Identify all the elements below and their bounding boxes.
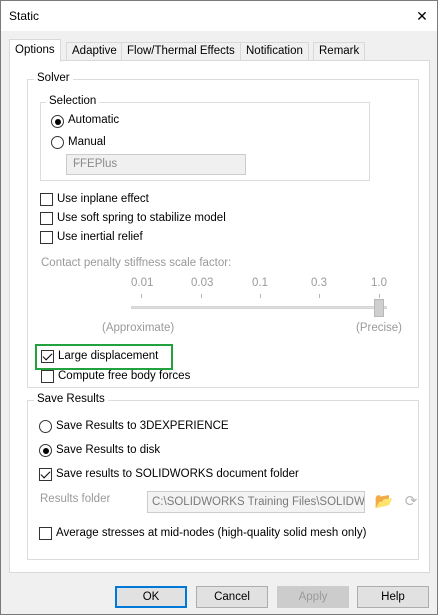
tab-options[interactable]: Options (9, 39, 61, 62)
tab-flow-thermal-effects[interactable]: Flow/Thermal Effects (121, 42, 241, 61)
cancel-button[interactable]: Cancel (196, 586, 268, 608)
average-stresses-label: Average stresses at mid-nodes (high-qual… (56, 527, 367, 539)
save-3dexperience-label: Save Results to 3DEXPERIENCE (56, 420, 229, 432)
inertial-relief-label: Use inertial relief (57, 231, 143, 243)
tick-label-10: 1.0 (371, 277, 387, 289)
tick-label-01: 0.1 (252, 277, 268, 289)
inplane-effect-label: Use inplane effect (57, 193, 149, 205)
save-document-folder-checkbox[interactable] (39, 468, 52, 481)
slider-tick (260, 294, 261, 298)
static-dialog: Static ✕ Options Adaptive Flow/Thermal E… (0, 0, 438, 615)
contact-penalty-label: Contact penalty stiffness scale factor: (41, 257, 232, 269)
refresh-icon: ⟳ (404, 493, 418, 510)
solver-group-label: Solver (34, 72, 73, 84)
automatic-label: Automatic (68, 114, 120, 126)
help-button[interactable]: Help (357, 586, 429, 608)
soft-spring-checkbox[interactable] (40, 212, 53, 225)
slider-tick (379, 294, 380, 298)
dialog-title: Static (9, 9, 40, 23)
slider-max-label: (Precise) (356, 322, 403, 334)
browse-folder-icon: 📂 (374, 493, 394, 510)
automatic-radio[interactable] (51, 115, 64, 128)
options-panel: Solver Selection Automatic Manual FFEPlu… (9, 60, 430, 573)
soft-spring-label: Use soft spring to stabilize model (57, 212, 226, 224)
slider-min-label: (Approximate) (102, 322, 175, 334)
tab-remark[interactable]: Remark (313, 42, 366, 61)
tick-label-03: 0.3 (311, 277, 327, 289)
large-displacement-label: Large displacement (58, 350, 159, 362)
solver-combo: FFEPlus ⌵ (66, 154, 246, 175)
slider-tick (201, 294, 202, 298)
manual-label: Manual (68, 136, 106, 148)
save-to-disk-label: Save Results to disk (56, 444, 161, 456)
tick-label-001: 0.01 (131, 277, 154, 289)
apply-button: Apply (277, 586, 349, 608)
save-to-disk-radio[interactable] (39, 444, 52, 457)
title-bar: Static ✕ (1, 1, 437, 31)
ok-button[interactable]: OK (115, 586, 187, 608)
compute-free-body-checkbox[interactable] (41, 370, 54, 383)
average-stresses-checkbox[interactable] (39, 527, 52, 540)
inertial-relief-checkbox[interactable] (40, 231, 53, 244)
results-folder-value: C:\SOLIDWORKS Training Files\SOLIDWO (152, 496, 365, 508)
tab-adaptive[interactable]: Adaptive (66, 42, 123, 61)
contact-penalty-slider-track (131, 306, 387, 309)
tab-notification[interactable]: Notification (240, 42, 309, 61)
compute-free-body-label: Compute free body forces (58, 370, 191, 382)
results-folder-label: Results folder (40, 493, 111, 505)
close-icon[interactable]: ✕ (411, 5, 433, 27)
save-3dexperience-radio[interactable] (39, 420, 52, 433)
large-displacement-checkbox[interactable] (41, 350, 54, 363)
save-document-folder-label: Save results to SOLIDWORKS document fold… (56, 468, 299, 480)
inplane-effect-checkbox[interactable] (40, 193, 53, 206)
contact-penalty-slider-thumb (374, 299, 384, 317)
slider-tick (319, 294, 320, 298)
slider-tick (141, 294, 142, 298)
chevron-down-icon: ⌵ (73, 157, 81, 168)
tick-label-003: 0.03 (191, 277, 214, 289)
results-folder-field: C:\SOLIDWORKS Training Files\SOLIDWO (147, 491, 365, 513)
save-results-group-label: Save Results (34, 393, 108, 405)
manual-radio[interactable] (51, 136, 64, 149)
selection-group-label: Selection (46, 95, 100, 107)
